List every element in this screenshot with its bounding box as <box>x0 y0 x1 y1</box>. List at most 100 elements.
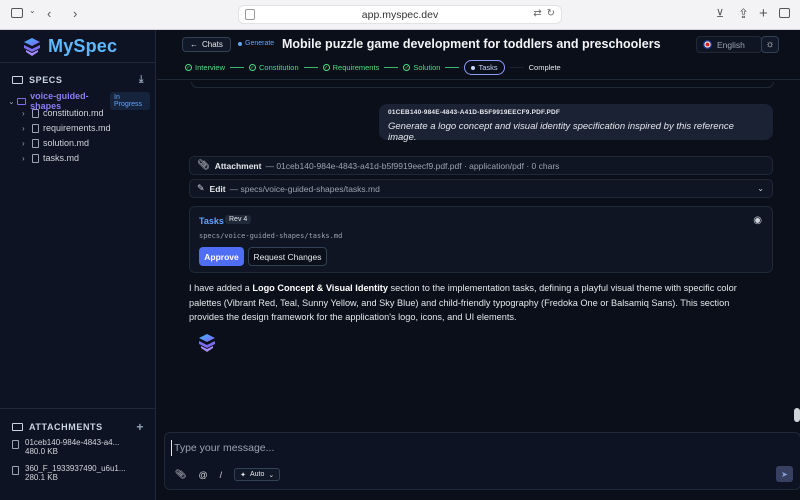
specs-header-label: SPECS <box>29 74 63 85</box>
tasks-card: Tasks Rev 4 specs/voice-guided-shapes/ta… <box>189 206 773 273</box>
step-connector <box>230 67 245 68</box>
message-input[interactable] <box>171 440 621 456</box>
file-icon <box>32 138 39 148</box>
check-icon: ✓ <box>322 64 330 71</box>
main-panel: ← Chats Generate Mobile puzzle game deve… <box>157 30 800 500</box>
request-changes-button[interactable]: Request Changes <box>248 247 327 266</box>
paperclip-icon[interactable]: 📎︎ <box>175 469 186 480</box>
language-label: English <box>717 39 745 50</box>
forward-icon[interactable]: › <box>73 6 77 21</box>
attachment-name: 01ceb140-984e-4843-a4... <box>25 438 120 447</box>
assistant-message: I have added a Logo Concept & Visual Ide… <box>189 281 763 325</box>
file-item[interactable]: › constitution.md <box>22 108 104 118</box>
check-icon: ✓ <box>185 64 192 71</box>
attachment-size: 480.0 KB <box>25 447 58 456</box>
back-to-chats-button[interactable]: ← Chats <box>182 37 231 52</box>
assistant-text-pre: I have added a <box>189 283 253 293</box>
user-message: 01CEB140-984E-4843-A41D-B5F9919EECF9.PDF… <box>379 104 773 143</box>
back-icon[interactable]: ‹ <box>47 6 51 21</box>
attachments-header-label: ATTACHMENTS <box>29 422 103 432</box>
step-connector <box>445 67 460 68</box>
file-item[interactable]: › solution.md <box>22 138 89 148</box>
folder-icon <box>16 97 27 105</box>
chevron-right-icon: › <box>22 153 25 163</box>
download-icon[interactable]: ⊻ <box>716 7 724 20</box>
current-step-dot-icon <box>471 65 476 70</box>
file-name: constitution.md <box>43 108 104 118</box>
scrollbar-thumb[interactable] <box>794 408 800 422</box>
step-label: Solution <box>413 63 441 72</box>
file-icon <box>12 440 19 449</box>
myspec-logo-icon <box>24 37 40 56</box>
step-label: Constitution <box>259 63 299 72</box>
edit-row-label: Edit <box>209 183 226 194</box>
translate-icon[interactable]: ⇄ <box>533 8 541 19</box>
sparkle-icon: ✦ <box>240 471 246 479</box>
step-solution[interactable]: ✓ Solution <box>403 63 440 72</box>
reload-icon[interactable]: ↻ <box>547 8 555 19</box>
revision-badge: Rev 4 <box>225 215 252 224</box>
chevron-down-icon: ⌄ <box>268 471 275 479</box>
new-tab-icon[interactable]: + <box>759 5 768 22</box>
generate-status: Generate <box>238 40 274 47</box>
attachment-row-detail: — 01ceb140-984e-4843-a41d-b5f9919eecf9.p… <box>265 160 560 171</box>
divider <box>0 62 156 63</box>
file-name: tasks.md <box>43 153 80 163</box>
send-button[interactable]: ➤ <box>776 466 793 482</box>
step-constitution[interactable]: ✓ Constitution <box>249 63 299 72</box>
file-item[interactable]: › tasks.md <box>22 153 79 163</box>
step-interview[interactable]: ✓ Interview <box>185 63 225 72</box>
approve-button[interactable]: Approve <box>199 247 244 266</box>
tasks-card-title[interactable]: Tasks <box>199 216 224 226</box>
share-icon[interactable]: ⇪ <box>738 6 749 22</box>
edit-row[interactable]: ✎ Edit — specs/voice-guided-shapes/tasks… <box>189 179 773 198</box>
tasks-file-path: specs/voice-guided-shapes/tasks.md <box>199 232 343 240</box>
language-select[interactable]: English <box>696 36 762 53</box>
specs-header: SPECS ⤓ <box>12 74 144 85</box>
step-label: Tasks <box>478 63 498 72</box>
attachment-item[interactable]: 360_F_1933937490_u6u1... 280.1 KB <box>12 464 126 482</box>
browser-toolbar: ⌄ ‹ › app.myspec.dev ⇄ ↻ ⊻ ⇪ + <box>0 0 800 30</box>
attachment-name: 360_F_1933937490_u6u1... <box>25 464 126 473</box>
edit-row-detail: — specs/voice-guided-shapes/tasks.md <box>229 183 380 194</box>
download-specs-icon[interactable]: ⤓ <box>139 74 144 85</box>
at-mention-icon[interactable]: @ <box>198 470 207 480</box>
tabs-overview-icon[interactable] <box>779 8 790 18</box>
file-item[interactable]: › requirements.md <box>22 123 111 133</box>
step-connector <box>509 67 524 68</box>
file-icon <box>12 466 19 475</box>
pencil-icon: ✎ <box>197 183 205 193</box>
sun-icon: ☼ <box>765 39 775 50</box>
eye-icon[interactable]: ◉ <box>753 215 762 226</box>
address-bar[interactable]: app.myspec.dev ⇄ ↻ <box>238 5 562 24</box>
step-tasks[interactable]: Tasks <box>464 60 505 75</box>
page-icon <box>245 9 255 20</box>
message-composer: 📎︎ @ / ✦ Auto ⌄ ➤ <box>164 432 800 490</box>
workflow-steps: ✓ Interview ✓ Constitution ✓ Requirement… <box>185 60 561 75</box>
uk-flag-icon <box>703 40 712 49</box>
chevron-down-icon[interactable]: ⌄ <box>757 184 764 193</box>
mode-select[interactable]: ✦ Auto ⌄ <box>234 468 281 481</box>
add-attachment-icon[interactable]: + <box>136 420 144 434</box>
step-requirements[interactable]: ✓ Requirements <box>322 63 379 72</box>
file-name: solution.md <box>43 138 90 148</box>
attachments-header: ATTACHMENTS + <box>12 420 144 434</box>
status-dot-icon <box>238 41 242 46</box>
user-attachment-name[interactable]: 01CEB140-984E-4843-A41D-B5F9919EECF9.PDF… <box>388 109 764 116</box>
address-text: app.myspec.dev <box>361 8 439 21</box>
app-logo[interactable]: MySpec <box>22 36 117 57</box>
check-icon: ✓ <box>403 64 411 71</box>
file-name: requirements.md <box>43 123 111 133</box>
status-badge: In Progress <box>110 92 150 110</box>
chevron-right-icon: › <box>22 108 25 118</box>
step-label: Interview <box>195 63 226 72</box>
sidebar: MySpec SPECS ⤓ ⌄ voice-guided-shapes In … <box>0 30 156 500</box>
sidebar-toggle-icon[interactable] <box>11 8 23 18</box>
attachment-row[interactable]: 📎︎ Attachment — 01ceb140-984e-4843-a41d-… <box>189 156 773 175</box>
theme-toggle-button[interactable]: ☼ <box>761 36 779 53</box>
chevron-down-icon[interactable]: ⌄ <box>29 6 36 15</box>
step-complete[interactable]: Complete <box>529 63 561 72</box>
attachment-item[interactable]: 01ceb140-984e-4843-a4... 480.0 KB <box>12 438 119 456</box>
step-connector <box>303 67 318 68</box>
slash-command-icon[interactable]: / <box>220 470 223 480</box>
